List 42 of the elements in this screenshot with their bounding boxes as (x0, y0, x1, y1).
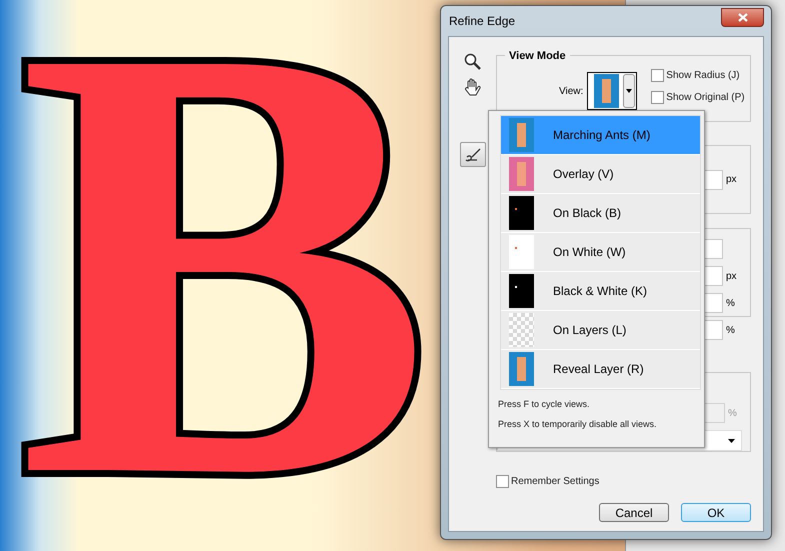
dialog-button[interactable]: Cancel (599, 503, 669, 522)
photo-thumbnail (509, 352, 534, 386)
menu-item[interactable]: Reveal Layer (R) (501, 350, 700, 389)
close-button[interactable] (721, 8, 764, 26)
window-title: Refine Edge (448, 13, 516, 30)
caret-icon (728, 438, 735, 442)
preview-thumbnail (509, 235, 534, 269)
hint-text: Press X to temporarily disable all views. (498, 418, 658, 431)
checkbox[interactable] (651, 91, 664, 104)
close-icon (738, 12, 748, 22)
view-label: View: (559, 85, 584, 99)
menu-item[interactable]: Black & White (K) (501, 272, 700, 311)
photo-thumbnail (594, 74, 619, 108)
checkbox[interactable] (651, 69, 664, 82)
brush-icon (464, 148, 480, 162)
transparency-thumbnail (509, 313, 534, 347)
overlay-thumbnail (509, 157, 534, 191)
preview-thumbnail (509, 196, 534, 230)
preview-thumbnail (509, 274, 534, 308)
canvas-letter: B (18, 0, 432, 551)
photo-thumbnail (509, 118, 534, 152)
menu-item[interactable]: On Layers (L) (501, 311, 700, 350)
dialog-button[interactable]: OK (681, 503, 751, 522)
hint-text: Press F to cycle views. (498, 398, 591, 411)
zoom-icon[interactable] (464, 53, 481, 70)
unit-label: % (726, 324, 736, 338)
unit-label: px (726, 270, 738, 284)
checkbox-label: Show Radius (J) (666, 69, 740, 83)
unit-label: % (728, 406, 738, 420)
view-dropdown[interactable] (587, 72, 638, 110)
checkbox-label: Show Original (P) (666, 91, 745, 105)
unit-label: % (726, 296, 736, 310)
menu-item[interactable]: On White (W) (501, 233, 700, 272)
menu-item[interactable]: On Black (B) (501, 194, 700, 233)
unit-label: px (726, 173, 738, 187)
caret-icon (626, 88, 632, 92)
checkbox[interactable] (496, 475, 509, 488)
hand-icon[interactable] (464, 78, 482, 97)
menu-item[interactable]: Marching Ants (M) (501, 116, 700, 155)
refine-brush-tool[interactable] (460, 142, 486, 167)
checkbox-label: Remember Settings (511, 475, 600, 489)
menu-item[interactable]: Overlay (V) (501, 155, 700, 194)
